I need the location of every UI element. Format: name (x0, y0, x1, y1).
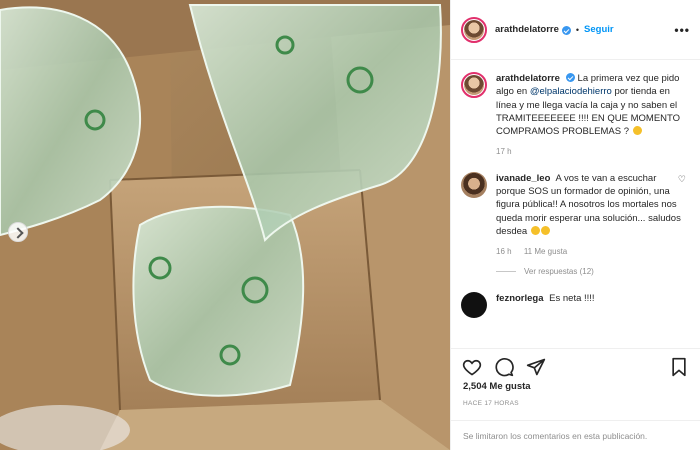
likes-count[interactable]: 2,504 Me gusta (463, 381, 531, 392)
comment-username[interactable]: ivanade_leo (496, 173, 550, 184)
sad-face-icon (632, 126, 642, 136)
comment-like-heart-icon[interactable]: ♡ (678, 174, 686, 185)
comment-username[interactable]: feznorlega (496, 293, 544, 304)
caption-username[interactable]: arathdelatorre (496, 73, 560, 84)
post-header: arathdelatorre • Seguir ••• (451, 0, 700, 60)
instagram-post: arathdelatorre • Seguir ••• arathdelator… (0, 0, 700, 450)
emoji-icon (530, 225, 540, 235)
separator-dot: • (575, 24, 580, 35)
comment-likes[interactable]: 11 Me gusta (524, 247, 567, 256)
caption-mention-link[interactable]: @elpalaciodehierro (530, 86, 612, 97)
bookmark-icon[interactable] (668, 356, 690, 378)
post-timestamp: HACE 17 HORAS (463, 400, 519, 407)
comment: feznorlega Es neta !!!! (461, 292, 688, 319)
more-options-icon[interactable]: ••• (674, 23, 690, 37)
verified-badge-icon (565, 73, 575, 82)
comment-text: Es neta !!!! (549, 293, 595, 305)
box-photo-image (0, 0, 450, 450)
carousel-prev-button[interactable] (8, 222, 28, 242)
comments-limited-notice: Se limitaron los comentarios en esta pub… (451, 420, 700, 450)
comment: ivanade_leo A vos te van a escuchar porq… (461, 171, 688, 258)
caption-time: 17 h (496, 147, 512, 157)
caption: arathdelatorre La primera vez que pido a… (461, 72, 688, 158)
comments-list[interactable]: arathdelatorre La primera vez que pido a… (451, 62, 700, 347)
avatar[interactable] (461, 16, 487, 43)
emoji-icon (540, 225, 550, 235)
share-icon[interactable] (525, 356, 547, 378)
comment-time: 16 h (496, 247, 512, 257)
action-bar (451, 348, 700, 384)
comment-icon[interactable] (493, 356, 515, 378)
verified-badge-icon (561, 26, 571, 35)
heart-icon[interactable] (461, 356, 483, 378)
avatar[interactable] (461, 72, 487, 98)
view-replies-button[interactable]: Ver respuestas (12) (496, 267, 688, 276)
follow-button[interactable]: Seguir (584, 24, 614, 35)
post-photo[interactable] (0, 0, 450, 450)
avatar[interactable] (461, 171, 487, 198)
post-side-panel: arathdelatorre • Seguir ••• arathdelator… (450, 0, 700, 450)
header-username[interactable]: arathdelatorre (495, 24, 559, 35)
avatar[interactable] (461, 292, 487, 319)
